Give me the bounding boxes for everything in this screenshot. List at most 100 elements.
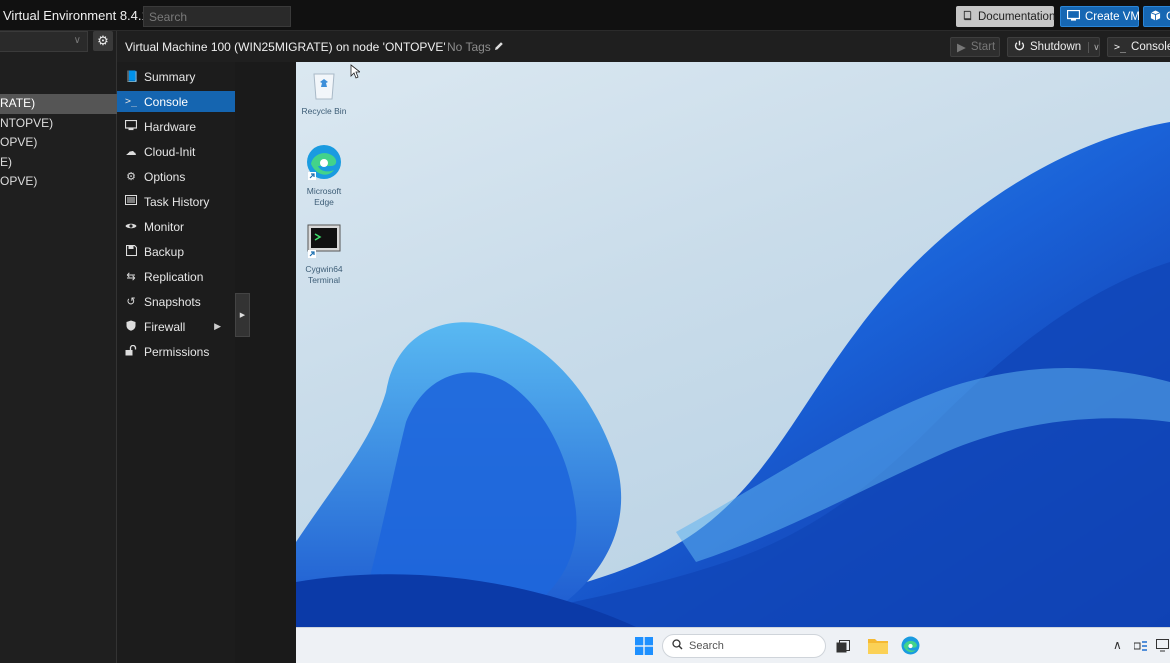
nav-item-label: Permissions: [144, 344, 210, 359]
edge-icon: [296, 144, 352, 183]
cube-icon: [1150, 9, 1161, 24]
vm-header-bar: Virtual Machine 100 (WIN25MIGRATE) on no…: [117, 31, 1170, 62]
terminal-icon: [296, 224, 352, 261]
shutdown-button[interactable]: Shutdown ∨: [1007, 37, 1100, 57]
novnc-sidebar-toggle[interactable]: ▶: [235, 293, 250, 337]
desktop-icon: [124, 119, 138, 134]
resource-tree-panel: ∨ ⚙ RATE) NTOPVE) OPVE) E) OPVE): [0, 31, 117, 663]
taskbar-search-placeholder: Search: [689, 640, 724, 652]
nav-item-task-history[interactable]: Task History: [117, 191, 235, 212]
nav-item-replication[interactable]: ⇆ Replication: [117, 266, 235, 287]
desktop-icon-label: Cygwin64 Terminal: [305, 264, 343, 285]
desktop-icon-edge[interactable]: Microsoft Edge: [296, 144, 352, 208]
nav-item-summary[interactable]: 📘 Summary: [117, 66, 235, 87]
nav-item-label: Options: [144, 169, 186, 184]
nav-item-label: Cloud-Init: [144, 144, 196, 159]
chevron-down-icon[interactable]: ∨: [1088, 41, 1100, 53]
network-icon[interactable]: [1133, 640, 1147, 655]
mouse-cursor-icon: [350, 64, 362, 82]
retweet-icon: ⇆: [126, 271, 136, 283]
nav-item-label: Firewall: [144, 319, 186, 334]
nav-item-cloud-init[interactable]: ☁ Cloud-Init: [117, 141, 235, 162]
app-title: Virtual Environment 8.4.1: [3, 8, 149, 23]
floppy-icon: [125, 244, 137, 259]
nav-item-label: Hardware: [144, 119, 197, 134]
history-icon: ↺: [126, 296, 136, 308]
create-vm-button[interactable]: Create VM: [1060, 6, 1140, 27]
monitor-icon: [1066, 9, 1081, 24]
resource-tree: RATE) NTOPVE) OPVE) E) OPVE): [0, 94, 117, 192]
vm-nav-menu: 📘 Summary >_ Console Hardware ☁ Cloud-In…: [117, 62, 235, 663]
tree-item-vm[interactable]: OPVE): [0, 172, 117, 192]
nav-item-label: Console: [144, 94, 189, 109]
nav-item-label: Replication: [144, 269, 204, 284]
nav-item-hardware[interactable]: Hardware: [117, 116, 235, 137]
vm-console-screen[interactable]: Recycle Bin Microsoft Edge Cygwin64 Term…: [296, 62, 1170, 627]
gear-icon: ⚙: [126, 171, 136, 183]
guest-taskbar: Search ∧: [296, 627, 1170, 663]
pencil-icon: [494, 40, 504, 54]
recycle-bin-icon: [296, 70, 352, 103]
tags-editor[interactable]: No Tags: [447, 40, 504, 54]
create-vm-label: Create VM: [1085, 10, 1140, 23]
desktop-icon-cygwin-terminal[interactable]: Cygwin64 Terminal: [296, 224, 352, 286]
nav-item-label: Monitor: [144, 219, 185, 234]
nav-item-options[interactable]: ⚙ Options: [117, 166, 235, 187]
tree-settings-button[interactable]: ⚙: [93, 31, 113, 51]
wallpaper-bloom: [296, 122, 1170, 627]
chevron-right-icon: ▶: [239, 312, 246, 319]
desktop-icon-label: Microsoft Edge: [306, 186, 342, 207]
power-icon: [1014, 40, 1025, 54]
cloud-icon: ☁: [125, 146, 137, 158]
shutdown-label: Shutdown: [1030, 41, 1082, 53]
vm-title: Virtual Machine 100 (WIN25MIGRATE) on no…: [125, 40, 446, 54]
terminal-icon: >_: [125, 96, 138, 107]
top-bar: Virtual Environment 8.4.1 Documentation …: [0, 0, 1170, 31]
eye-icon: [125, 221, 137, 233]
console-button[interactable]: >_ Console: [1107, 37, 1170, 57]
gear-icon: ⚙: [97, 33, 109, 48]
unlock-icon: [125, 344, 137, 359]
create-ct-button[interactable]: C: [1143, 6, 1170, 27]
book-icon: [962, 10, 973, 24]
nav-item-firewall[interactable]: Firewall ▶: [117, 316, 235, 337]
taskbar-search-box[interactable]: Search: [662, 634, 826, 658]
desktop-icon-recycle-bin[interactable]: Recycle Bin: [296, 70, 352, 117]
edge-taskbar-icon[interactable]: [901, 636, 920, 658]
chevron-down-icon: ∨: [73, 35, 81, 46]
server-view-select[interactable]: ∨: [0, 31, 88, 52]
display-icon[interactable]: [1156, 639, 1170, 655]
search-input[interactable]: [143, 6, 291, 27]
tree-item-vm[interactable]: RATE): [0, 94, 117, 114]
nav-item-label: Snapshots: [144, 294, 201, 309]
nav-item-permissions[interactable]: Permissions: [117, 341, 235, 362]
task-view-icon[interactable]: [836, 640, 850, 656]
shield-icon: [125, 320, 137, 334]
file-explorer-icon[interactable]: [868, 637, 888, 657]
nav-item-label: Task History: [144, 194, 210, 209]
start-label: Start: [970, 41, 996, 53]
tree-item-vm[interactable]: OPVE): [0, 133, 117, 153]
nav-item-console[interactable]: >_ Console: [117, 91, 235, 112]
nav-item-label: Summary: [144, 69, 196, 84]
start-button[interactable]: ▶ Start: [950, 37, 1000, 57]
tags-label: No Tags: [447, 40, 491, 54]
documentation-button[interactable]: Documentation: [956, 6, 1055, 27]
desktop-icon-label: Recycle Bin: [301, 106, 347, 116]
console-label: Console: [1131, 41, 1170, 53]
chevron-up-icon[interactable]: ∧: [1113, 638, 1122, 652]
nav-item-label: Backup: [144, 244, 185, 259]
play-icon: ▶: [957, 42, 966, 54]
nav-item-snapshots[interactable]: ↺ Snapshots: [117, 291, 235, 312]
tree-item-vm[interactable]: E): [0, 153, 117, 173]
list-icon: [125, 195, 137, 208]
book-icon: 📘: [125, 71, 139, 83]
nav-item-monitor[interactable]: Monitor: [117, 216, 235, 237]
windows-start-icon[interactable]: [635, 637, 653, 658]
console-margin: [235, 62, 296, 663]
chevron-right-icon: ▶: [214, 321, 221, 331]
tree-item-vm[interactable]: NTOPVE): [0, 114, 117, 134]
search-icon: [672, 639, 683, 653]
create-ct-label: C: [1166, 11, 1170, 23]
nav-item-backup[interactable]: Backup: [117, 241, 235, 262]
